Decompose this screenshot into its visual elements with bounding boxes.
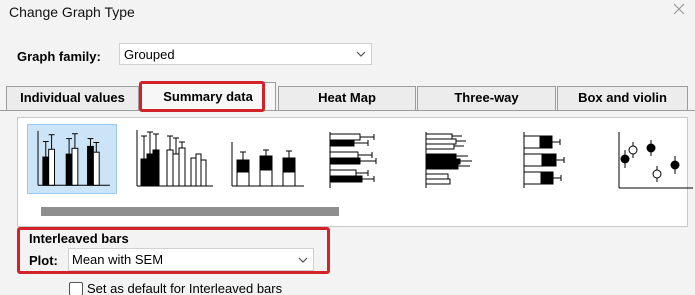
gallery-scrollbar[interactable] <box>41 207 339 216</box>
plot-value: Mean with SEM <box>72 252 164 267</box>
grouped-bars-icon <box>136 130 213 187</box>
graph-family-select[interactable]: Grouped <box>119 43 372 65</box>
tab-summary-data[interactable]: Summary data <box>140 82 276 111</box>
graph-type-tabs: Individual values Summary data Heat Map … <box>0 82 695 111</box>
thumb-horizontal-interleaved-bars[interactable] <box>322 124 412 194</box>
grouped-scatter-icon <box>618 132 693 189</box>
graph-type-gallery <box>17 117 693 227</box>
graph-family-value: Grouped <box>124 47 175 62</box>
chevron-down-icon <box>356 51 366 57</box>
tab-three-way[interactable]: Three-way <box>417 86 556 110</box>
thumb-horizontal-stacked-bars[interactable] <box>516 124 606 194</box>
graph-family-row: Graph family: Grouped <box>0 42 695 68</box>
thumb-horizontal-grouped-bars[interactable] <box>418 124 508 194</box>
plot-label: Plot: <box>29 253 58 268</box>
tab-box-and-violin[interactable]: Box and violin <box>557 86 688 110</box>
thumb-stacked-bars[interactable] <box>224 124 314 194</box>
thumb-interleaved-bars[interactable] <box>27 124 117 194</box>
plot-select[interactable]: Mean with SEM <box>68 248 314 271</box>
close-icon[interactable] <box>671 1 687 17</box>
horizontal-interleaved-bars-icon <box>329 132 377 188</box>
horizontal-stacked-bars-icon <box>523 132 565 188</box>
tab-individual-values[interactable]: Individual values <box>6 86 139 110</box>
chevron-down-icon <box>298 257 308 263</box>
section-title: Interleaved bars <box>29 231 129 246</box>
window-title: Change Graph Type <box>9 4 135 20</box>
graph-family-label: Graph family: <box>17 49 101 64</box>
interleaved-bars-icon <box>37 130 110 186</box>
default-checkbox[interactable] <box>69 282 83 295</box>
tab-divider <box>0 110 695 111</box>
title-bar: Change Graph Type <box>0 0 695 26</box>
tab-heat-map[interactable]: Heat Map <box>278 86 416 110</box>
horizontal-grouped-bars-icon <box>425 132 472 188</box>
thumb-grouped-scatter[interactable] <box>607 124 695 194</box>
stacked-bars-icon <box>231 142 304 187</box>
default-checkbox-label: Set as default for Interleaved bars <box>87 281 283 295</box>
thumb-grouped-bars[interactable] <box>129 124 219 194</box>
